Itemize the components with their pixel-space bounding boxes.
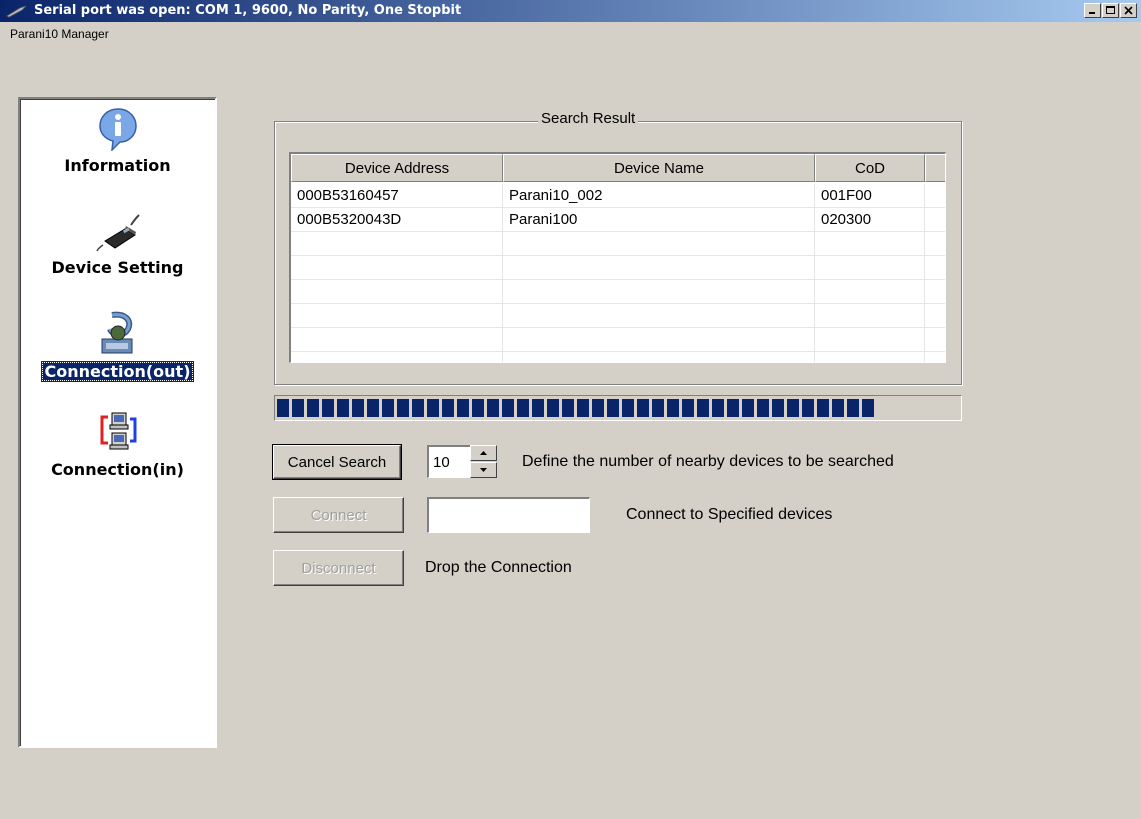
connect-description: Connect to Specified devices <box>626 506 833 523</box>
device-cod-cell: 001F00 <box>815 184 925 207</box>
minimize-button[interactable] <box>1084 3 1101 18</box>
disconnect-description: Drop the Connection <box>425 559 572 576</box>
blank-cell <box>925 208 945 231</box>
device-table[interactable]: Device Address Device Name CoD 000B53160… <box>289 152 946 363</box>
app-icon <box>6 4 28 23</box>
table-row-empty <box>291 352 945 362</box>
app-name: Parani10 Manager <box>10 27 109 41</box>
connect-address-input[interactable] <box>427 497 590 533</box>
device-count-spinner <box>470 445 497 478</box>
column-header-address[interactable]: Device Address <box>291 154 503 182</box>
column-header-name[interactable]: Device Name <box>503 154 815 182</box>
table-row-empty <box>291 328 945 352</box>
sidebar-item-connection-out[interactable]: Connection(out) <box>20 311 215 382</box>
device-address-cell: 000B53160457 <box>291 184 503 207</box>
sidebar-item-label: Connection(out) <box>41 361 194 382</box>
connection-out-icon <box>101 311 132 354</box>
column-header-blank <box>925 154 945 182</box>
device-icon <box>95 214 140 252</box>
table-header: Device Address Device Name CoD <box>291 154 945 182</box>
minimize-icon <box>1089 12 1095 14</box>
device-address-cell: 000B5320043D <box>291 208 503 231</box>
close-button[interactable] <box>1120 3 1137 18</box>
arrow-down-icon <box>480 468 487 472</box>
sidebar-item-information[interactable]: Information <box>20 107 215 176</box>
window-controls <box>1083 3 1137 18</box>
sidebar-item-device-setting[interactable]: Device Setting <box>20 213 215 278</box>
close-icon <box>1124 6 1133 15</box>
title-bar: Serial port was open: COM 1, 9600, No Pa… <box>0 0 1141 22</box>
arrow-up-icon <box>480 451 487 455</box>
sidebar-item-connection-in[interactable]: Connection(in) <box>20 411 215 480</box>
window-title: Serial port was open: COM 1, 9600, No Pa… <box>34 3 462 18</box>
table-row-empty <box>291 232 945 256</box>
maximize-icon <box>1105 6 1115 14</box>
progress-fill <box>277 399 877 417</box>
table-row[interactable]: 000B53160457 Parani10_002 001F00 <box>291 184 945 208</box>
spin-up-button[interactable] <box>470 445 497 461</box>
table-row-empty <box>291 256 945 280</box>
column-header-cod[interactable]: CoD <box>815 154 925 182</box>
sidebar-item-label: Information <box>64 156 171 175</box>
search-progress-bar <box>274 395 962 421</box>
blank-cell <box>925 184 945 207</box>
sidebar-item-label: Device Setting <box>51 258 184 277</box>
table-row-empty <box>291 304 945 328</box>
device-name-cell: Parani10_002 <box>503 184 815 207</box>
cancel-search-button[interactable]: Cancel Search <box>272 444 402 480</box>
table-row[interactable]: 000B5320043D Parani100 020300 <box>291 208 945 232</box>
device-cod-cell: 020300 <box>815 208 925 231</box>
sidebar: Information Device Setting Connection(ou… <box>18 97 217 748</box>
search-result-title: Search Result <box>538 110 639 127</box>
device-count-input[interactable]: 10 <box>427 445 471 478</box>
info-icon <box>98 108 137 151</box>
device-count-description: Define the number of nearby devices to b… <box>522 453 894 470</box>
disconnect-button[interactable]: Disconnect <box>273 550 404 586</box>
table-row-empty <box>291 280 945 304</box>
device-name-cell: Parani100 <box>503 208 815 231</box>
connect-button[interactable]: Connect <box>273 497 404 533</box>
maximize-button[interactable] <box>1102 3 1119 18</box>
sidebar-item-label: Connection(in) <box>51 460 184 479</box>
spin-down-button[interactable] <box>470 462 497 478</box>
connection-in-icon <box>100 412 136 450</box>
